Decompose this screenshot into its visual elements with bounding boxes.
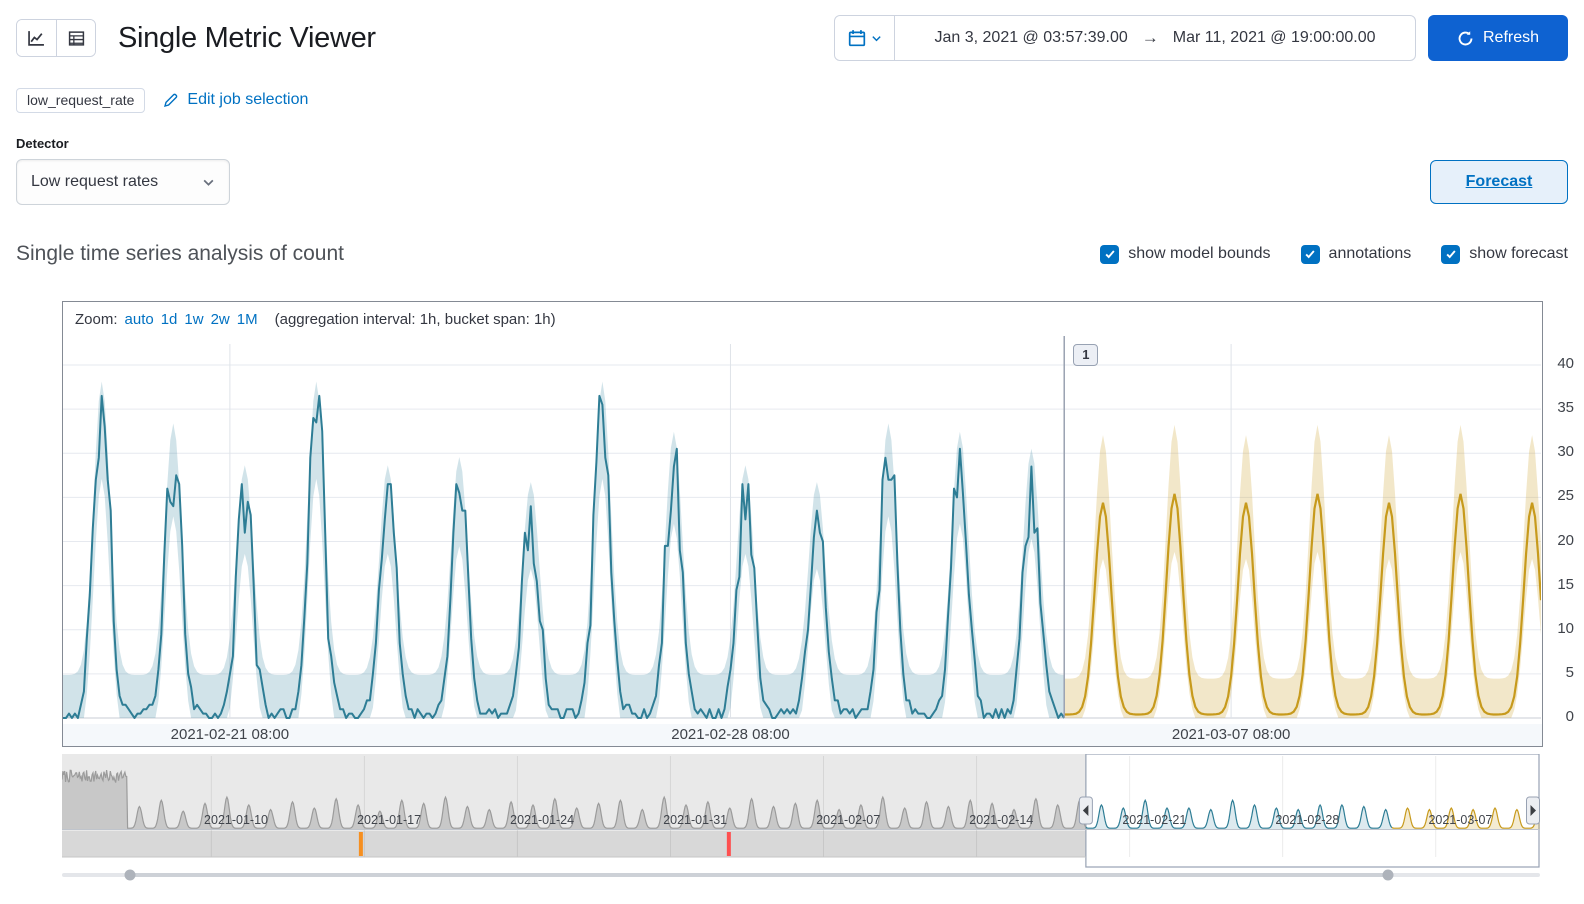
navigator-tick-label: 2021-01-10 [204,813,268,827]
chevron-down-icon [871,35,881,41]
checkbox-label: annotations [1328,245,1412,262]
navigator-tick-label: 2021-02-07 [816,813,880,827]
zoom-option-1M[interactable]: 1M [237,311,258,328]
range-slider-active [130,873,1388,877]
x-tick-label: 2021-02-28 08:00 [671,726,790,743]
chart-options: show model bounds annotations show forec… [1100,244,1568,264]
refresh-icon [1458,30,1473,45]
range-slider-handle-right[interactable] [1382,869,1394,881]
anomaly-marker-major[interactable] [358,832,363,856]
main-plot: 1 [63,336,1543,724]
zoom-option-2w[interactable]: 2w [211,311,230,328]
edit-job-selection-label: Edit job selection [187,91,309,108]
chart-view-button[interactable] [17,20,56,56]
table-icon [68,30,84,46]
line-chart-icon [28,30,44,46]
navigator-tick-label: 2021-01-17 [357,813,421,827]
navigator-tick-label: 2021-01-31 [663,813,727,827]
show-forecast-checkbox[interactable]: show forecast [1441,244,1568,264]
anomaly-marker-critical[interactable] [726,832,731,856]
annotation-marker-badge[interactable]: 1 [1073,344,1099,366]
navigator-svg[interactable]: 2021-01-10 2021-01-17 2021-01-24 2021-01-31… [62,753,1540,888]
checkbox-checked-icon [1441,244,1461,264]
checkbox-checked-icon [1100,244,1120,264]
view-toggle-group [16,19,96,57]
main-chart-svg[interactable] [63,336,1543,724]
aggregation-note: (aggregation interval: 1h, bucket span: … [274,310,556,328]
pencil-icon [164,93,178,108]
range-arrow-icon: → [1141,28,1159,47]
zoom-controls: Zoom: auto 1d 1w 2w 1M (aggregation inte… [63,302,1542,336]
start-date[interactable]: Jan 3, 2021 @ 03:57:39.00 [934,29,1127,47]
forecast-button[interactable]: Forecast [1430,160,1568,204]
checkbox-checked-icon [1300,244,1320,264]
zoom-label: Zoom: [75,310,118,328]
job-selection-row: low_request_rate Edit job selection [0,86,1584,114]
chevron-down-icon [203,179,214,186]
model-bounds-band [63,381,1065,718]
x-axis-labels: 2021-02-21 08:00 2021-02-28 08:00 2021-03-… [63,724,1542,746]
end-date[interactable]: Mar 11, 2021 @ 19:00:00.00 [1173,29,1376,47]
navigator-tick-label: 2021-03-07 [1428,813,1492,827]
zoom-option-1d[interactable]: 1d [161,311,178,328]
time-navigator: 2021-01-10 2021-01-17 2021-01-24 2021-01-31… [62,753,1540,888]
main-chart-box: Zoom: auto 1d 1w 2w 1M (aggregation inte… [62,301,1543,747]
navigator-tick-label: 2021-02-14 [969,813,1033,827]
calendar-icon [848,30,865,47]
navigator-tick-label: 2021-02-28 [1275,813,1339,827]
detector-label: Detector [16,136,69,151]
navigator-tick-label: 2021-01-24 [510,813,574,827]
refresh-button[interactable]: Refresh [1428,15,1568,61]
analysis-row: Single time series analysis of count sho… [0,239,1584,269]
refresh-label: Refresh [1482,29,1540,46]
x-tick-label: 2021-02-21 08:00 [170,726,290,743]
detector-select[interactable]: Low request rates [16,159,230,205]
page-header: Single Metric Viewer Jan 3, 2021 @ 03:57… [0,0,1584,62]
annotations-checkbox[interactable]: annotations [1300,244,1412,264]
job-badge: low_request_rate [16,87,146,113]
navigator-selection-window[interactable] [1085,753,1540,868]
page-title: Single Metric Viewer [118,21,376,54]
detector-selected-value: Low request rates [31,173,159,190]
zoom-option-1w[interactable]: 1w [184,311,203,328]
x-tick-label: 2021-03-07 08:00 [1171,726,1291,743]
date-range-display: Jan 3, 2021 @ 03:57:39.00 → Mar 11, 2021… [895,28,1415,48]
checkbox-label: show forecast [1469,245,1568,262]
range-slider-handle-left[interactable] [124,869,136,881]
anomaly-swimlane [62,831,1086,857]
detector-row: Low request rates Forecast [0,159,1584,205]
zoom-option-auto[interactable]: auto [125,311,154,328]
navigator-tick-label: 2021-02-21 [1122,813,1186,827]
actual-series-line [63,394,1066,719]
show-model-bounds-checkbox[interactable]: show model bounds [1100,244,1271,264]
calendar-quick-select-button[interactable] [835,16,895,60]
checkbox-label: show model bounds [1128,245,1271,262]
edit-job-selection-link[interactable]: Edit job selection [163,91,308,109]
date-range-picker: Jan 3, 2021 @ 03:57:39.00 → Mar 11, 2021… [834,15,1416,61]
analysis-heading: Single time series analysis of count [16,242,344,265]
table-view-button[interactable] [56,20,95,56]
main-chart-region: 0 5 10 15 20 25 30 35 40 Zoom: auto 1d 1w 2w 1M … [0,301,1584,751]
